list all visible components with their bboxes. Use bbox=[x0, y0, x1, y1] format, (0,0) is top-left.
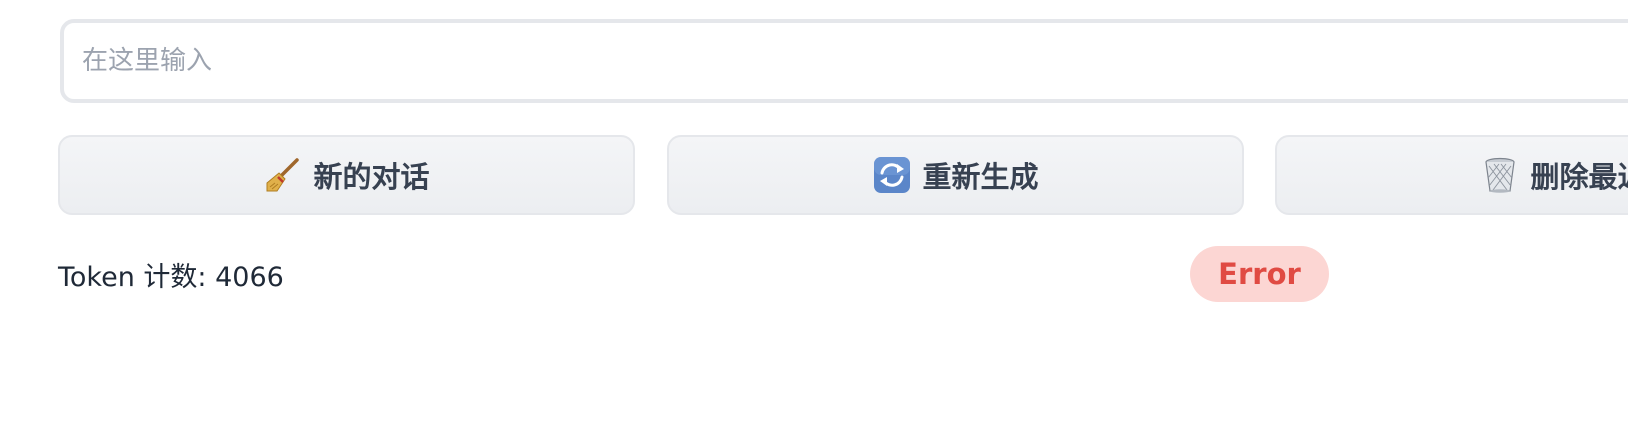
broom-icon bbox=[263, 155, 303, 195]
token-count: Token 计数: 4066 bbox=[58, 262, 284, 293]
refresh-arrows-icon bbox=[872, 155, 912, 195]
regenerate-button[interactable]: 重新生成 bbox=[667, 135, 1244, 215]
chat-input[interactable] bbox=[82, 23, 1628, 99]
chat-input-container bbox=[60, 19, 1628, 103]
trash-bin-icon bbox=[1480, 155, 1520, 195]
status-badge: Error bbox=[1190, 246, 1329, 302]
new-chat-label: 新的对话 bbox=[313, 160, 430, 194]
delete-last-label: 删除最近 bbox=[1530, 160, 1628, 194]
chat-panel: 新的对话 重新生成 bbox=[0, 0, 1628, 432]
delete-last-button[interactable]: 删除最近 bbox=[1275, 135, 1628, 215]
regenerate-label: 重新生成 bbox=[922, 160, 1039, 194]
new-chat-button[interactable]: 新的对话 bbox=[58, 135, 635, 215]
